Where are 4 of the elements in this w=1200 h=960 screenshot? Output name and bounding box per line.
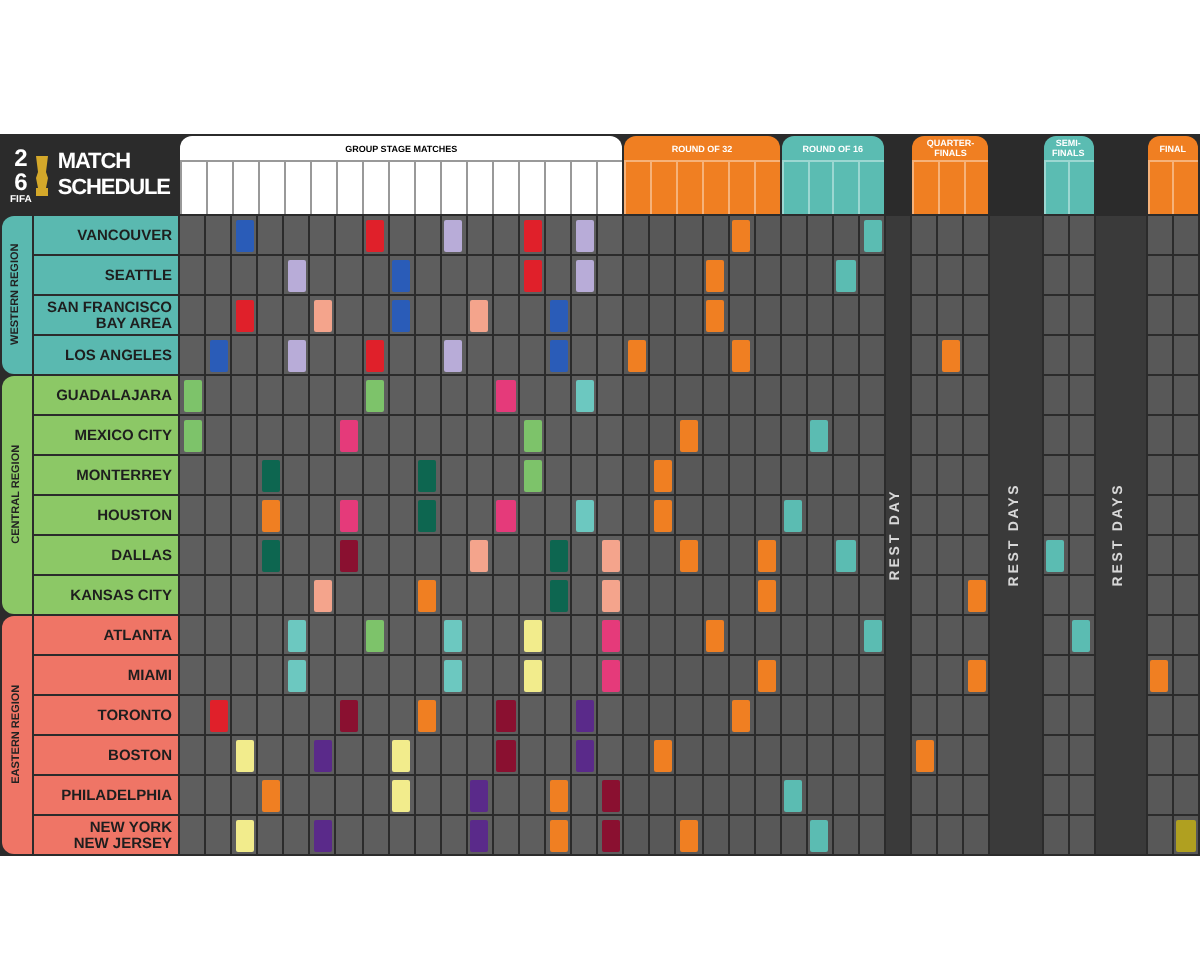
emblem-numerals: 26 [14,145,28,193]
title-line: SCHEDULE [57,175,170,201]
trophy-icon [33,155,50,195]
title-line: MATCH [57,149,132,175]
